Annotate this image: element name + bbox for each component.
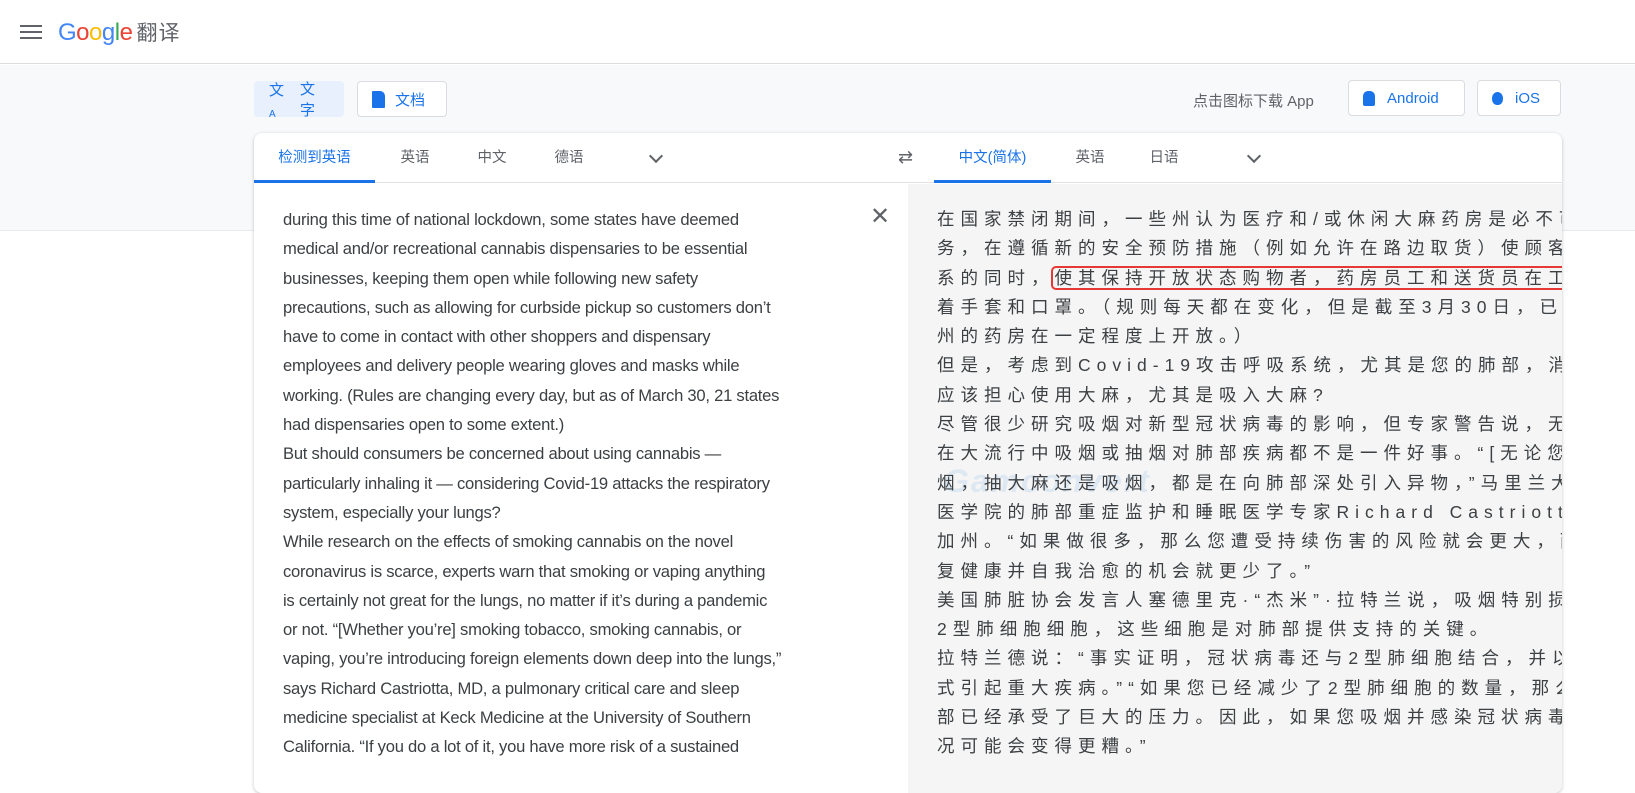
logo-letter: G — [58, 18, 77, 46]
source-text-line: vaping, you’re introducing foreign eleme… — [283, 649, 782, 669]
translated-text-line: 复健康并自我治愈的机会就更少了。” — [937, 557, 1562, 586]
tab-target-japanese[interactable]: 日语 — [1134, 133, 1194, 183]
line-text: 州的药房在一定程度上开放。） — [937, 326, 1258, 347]
android-label: Android — [1387, 89, 1439, 107]
line-text: 着手套和口罩。（规则每天都在变化，但是截至3月30日，已有21个 — [937, 296, 1562, 317]
tab-source-chinese[interactable]: 中文 — [462, 133, 522, 183]
source-text-line: during this time of national lockdown, s… — [283, 210, 739, 229]
tab-source-german[interactable]: 德语 — [539, 133, 599, 183]
translated-text-line: 在大流行中吸烟或抽烟对肺部疾病都不是一件好事。“[无论您是吸 — [937, 439, 1562, 468]
line-text: 烟，抽大麻还是吸烟，都是在向肺部深处引入异物，”马里兰大学凯克 — [937, 472, 1562, 493]
source-text-line: California. “If you do a lot of it, you … — [283, 737, 739, 757]
line-text: 加州。“如果做很多，那么您遭受持续伤害的风险就会更大，而肺部恢 — [937, 531, 1562, 552]
translated-text-line: 应该担心使用大麻，尤其是吸入大麻? — [937, 381, 1562, 410]
source-text-line: medicine specialist at Keck Medicine at … — [283, 708, 751, 728]
translated-text-line: 美国肺脏协会发言人塞德里克·“杰米”·拉特兰说，吸烟特别损害肺中的 — [937, 586, 1562, 615]
logo-letter: e — [119, 18, 133, 46]
translated-text-line: 但是，考虑到Covid-19攻击呼吸系统，尤其是您的肺部，消费者是否 — [937, 351, 1562, 380]
source-text-line: have to come in contact with other shopp… — [283, 327, 711, 347]
tab-target-chinese-simplified[interactable]: 中文(简体) — [934, 133, 1051, 183]
translated-text-line: 系的同时，使其保持开放状态购物者，药房员工和送货员在工作时戴 — [937, 264, 1562, 293]
source-text-line: or not. “[Whether you’re] smoking tobacc… — [283, 620, 742, 640]
product-name: 翻译 — [136, 21, 181, 45]
line-text: 部已经承受了巨大的压力。因此，如果您吸烟并感染冠状病毒，那情 — [937, 707, 1562, 728]
tab-source-english[interactable]: 英语 — [385, 133, 445, 183]
line-text: 在国家禁闭期间，一些州认为医疗和/或休闲大麻药房是必不可少的业 — [937, 209, 1562, 229]
translated-text-line: 尽管很少研究吸烟对新型冠状病毒的影响，但专家警告说，无论是否 — [937, 410, 1562, 439]
tab-target-english[interactable]: 英语 — [1060, 133, 1120, 183]
translated-text-line: 在国家禁闭期间，一些州认为医疗和/或休闲大麻药房是必不可少的业 — [937, 205, 1562, 234]
translated-text-line: 医学院的肺部重症监护和睡眠医学专家Richard Castriotta博士说。南 — [937, 498, 1562, 527]
translated-text-line: 况可能会变得更糟。” — [937, 732, 1562, 761]
translated-text-line: 着手套和口罩。（规则每天都在变化，但是截至3月30日，已有21个 — [937, 293, 1562, 322]
source-text-line: While research on the effects of smoking… — [283, 532, 734, 552]
line-text: 复健康并自我治愈的机会就更少了。” — [937, 560, 1317, 581]
hamburger-menu-icon[interactable] — [20, 24, 42, 39]
logo-letter: g — [101, 18, 115, 46]
highlighted-phrase: 使其保持开放状态购物者，药房员工和送货员在工作时戴 — [1050, 265, 1562, 290]
source-text-line: precautions, such as allowing for curbsi… — [283, 297, 771, 317]
line-text: 美国肺脏协会发言人塞德里克·“杰米”·拉特兰说，吸烟特别损害肺中的 — [937, 589, 1562, 610]
source-text-line: coronavirus is scarce, experts warn that… — [283, 561, 766, 581]
app-header: Google 翻译 — [0, 0, 1635, 64]
line-text: 况可能会变得更糟。” — [937, 736, 1152, 757]
translated-text-line: 务，在遵循新的安全预防措施（例如允许在路边取货）使顾客保持联 — [937, 234, 1562, 263]
document-mode-button[interactable]: 文档 — [357, 81, 447, 117]
source-text-line: had dispensaries open to some extent.) — [283, 415, 565, 435]
line-text: 应该担心使用大麻，尤其是吸入大麻? — [937, 384, 1329, 405]
text-mode-button[interactable]: 文A 文字 — [254, 81, 344, 120]
source-text-line: businesses, keeping them open while foll… — [283, 268, 698, 288]
line-text: 务，在遵循新的安全预防措施（例如允许在路边取货）使顾客保持联 — [937, 238, 1562, 259]
document-icon — [372, 90, 385, 108]
line-text: 系的同时， — [937, 267, 1055, 288]
translate-icon: 文A — [269, 81, 285, 120]
swap-languages-icon[interactable]: ⇄ — [898, 147, 913, 168]
source-text-line: employees and delivery people wearing gl… — [283, 356, 740, 376]
source-text-line: says Richard Castriotta, MD, a pulmonary… — [283, 678, 740, 698]
google-translate-logo[interactable]: Google 翻译 — [58, 17, 180, 47]
language-tabs: 检测到英语 英语 中文 德语 ⇄ 中文(简体) 英语 日语 — [254, 133, 1562, 183]
apple-icon — [1492, 91, 1503, 105]
line-text: 2型肺细胞细胞，这些细胞是对肺部提供支持的关键。 — [937, 619, 1494, 640]
translated-text-line: 加州。“如果做很多，那么您遭受持续伤害的风险就会更大，而肺部恢 — [937, 527, 1562, 556]
line-text: 拉特兰德说：“事实证明，冠状病毒还与2型肺细胞结合，并以这种方 — [937, 648, 1562, 669]
document-mode-label: 文档 — [395, 91, 426, 109]
translated-text-line: 部已经承受了巨大的压力。因此，如果您吸烟并感染冠状病毒，那情 — [937, 703, 1562, 732]
source-text-line: But should consumers be concerned about … — [283, 444, 722, 464]
translated-text-line: 州的药房在一定程度上开放。） — [937, 322, 1562, 351]
source-text-line: medical and/or recreational cannabis dis… — [283, 239, 748, 259]
android-download-button[interactable]: Android — [1348, 80, 1465, 116]
line-text: 在大流行中吸烟或抽烟对肺部疾病都不是一件好事。“[无论您是吸 — [937, 443, 1562, 464]
android-icon — [1363, 90, 1375, 106]
target-more-languages-chevron-icon[interactable] — [1246, 148, 1262, 164]
line-text: 式引起重大疾病。”“如果您已经减少了2型肺细胞的数量，那么您的肺 — [937, 677, 1562, 698]
logo-letter: o — [89, 18, 102, 46]
source-text-line: particularly inhaling it — considering C… — [283, 473, 770, 493]
clear-text-close-icon[interactable]: ✕ — [870, 205, 890, 229]
translated-text-line: 烟，抽大麻还是吸烟，都是在向肺部深处引入异物，”马里兰大学凯克 — [937, 469, 1562, 498]
source-text-line: is certainly not great for the lungs, no… — [283, 590, 768, 610]
ios-download-button[interactable]: iOS — [1477, 80, 1561, 116]
line-text: 尽管很少研究吸烟对新型冠状病毒的影响，但专家警告说，无论是否 — [937, 414, 1562, 435]
translated-text-line: 式引起重大疾病。”“如果您已经减少了2型肺细胞的数量，那么您的肺 — [937, 674, 1562, 703]
source-text-line: system, especially your lungs? — [283, 502, 501, 522]
ios-label: iOS — [1515, 89, 1541, 107]
logo-letter: o — [76, 18, 90, 46]
source-text-input[interactable]: during this time of national lockdown, s… — [283, 205, 781, 762]
text-mode-label: 文字 — [299, 81, 315, 119]
line-text: 但是，考虑到Covid-19攻击呼吸系统，尤其是您的肺部，消费者是否 — [937, 355, 1562, 376]
tab-detect-language[interactable]: 检测到英语 — [254, 133, 375, 183]
translated-text-line: 拉特兰德说：“事实证明，冠状病毒还与2型肺细胞结合，并以这种方 — [937, 644, 1562, 673]
source-text-line: working. (Rules are changing every day, … — [283, 385, 780, 405]
line-text: 医学院的肺部重症监护和睡眠医学专家Richard Castriotta博士说。南 — [937, 501, 1562, 522]
download-app-text: 点击图标下载 App — [1193, 93, 1314, 110]
translated-text: 在国家禁闭期间，一些州认为医疗和/或休闲大麻药房是必不可少的业务，在遵循新的安全… — [937, 205, 1562, 762]
source-more-languages-chevron-icon[interactable] — [648, 148, 664, 164]
translated-text-line: 2型肺细胞细胞，这些细胞是对肺部提供支持的关键。 — [937, 615, 1562, 644]
translation-card: 检测到英语 英语 中文 德语 ⇄ 中文(简体) 英语 日语 ✕ Gamconve… — [254, 133, 1562, 793]
